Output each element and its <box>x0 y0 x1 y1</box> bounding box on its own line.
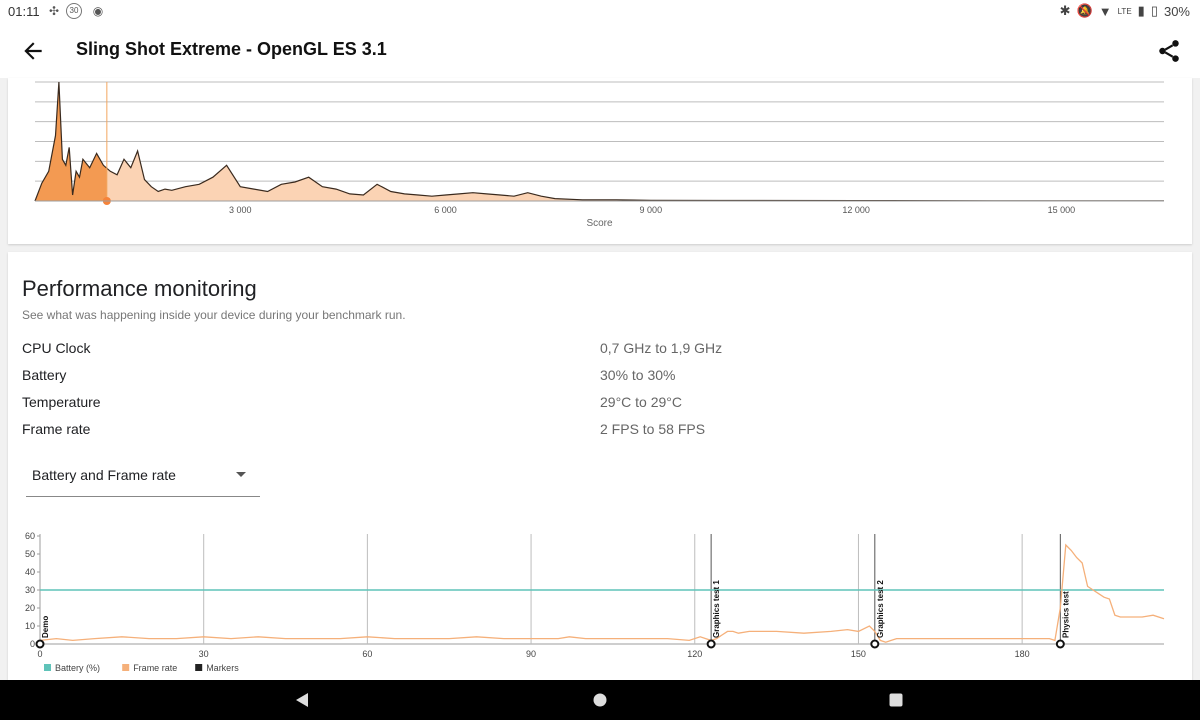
x-tick-label: 90 <box>526 649 536 659</box>
x-tick-label: 3 000 <box>229 205 252 215</box>
section-title: Performance monitoring <box>22 276 257 301</box>
wifi-icon: ▼ <box>1098 3 1112 19</box>
marker-label: Graphics test 2 <box>876 580 885 638</box>
status-bar: 01:11 ✣ 30 ◉ ✱ 🔕 ▼ LTE ▮ ▯ 30% <box>0 0 1200 24</box>
battery-icon: ▯ <box>1150 3 1158 18</box>
metric-label-temperature: Temperature <box>22 394 101 410</box>
score-distribution-chart: 3 000 6 000 9 000 12 000 15 000 Score <box>34 81 1165 229</box>
share-icon[interactable] <box>1156 38 1182 64</box>
metric-value-temperature: 29°C to 29°C <box>600 394 683 410</box>
legend-swatch <box>122 664 130 671</box>
metric-label-cpu-clock: CPU Clock <box>22 340 91 356</box>
metric-label-frame-rate: Frame rate <box>22 421 91 437</box>
metric-value-cpu-clock: 0,7 GHz to 1,9 GHz <box>600 340 723 356</box>
network-label: LTE <box>1117 6 1132 16</box>
marker-label: Graphics test 1 <box>712 580 721 638</box>
page-title: Sling Shot Extreme - OpenGL ES 3.1 <box>76 39 387 59</box>
marker-point <box>1055 639 1065 649</box>
y-tick-label: 50 <box>25 549 35 559</box>
marker-point <box>706 639 716 649</box>
section-subtitle: See what was happening inside your devic… <box>22 308 406 322</box>
marker-point <box>870 639 880 649</box>
navigation-bar <box>0 680 1200 720</box>
metric-label-battery: Battery <box>22 367 67 383</box>
battery-percent: 30% <box>1163 3 1190 19</box>
legend-swatch <box>195 664 203 671</box>
dropdown-value: Battery and Frame rate <box>32 467 176 483</box>
x-tick-label: 6 000 <box>434 205 457 215</box>
y-tick-label: 60 <box>25 531 35 541</box>
y-tick-label: 20 <box>25 603 35 613</box>
marker-label: Demo <box>41 616 50 638</box>
nav-back-icon[interactable] <box>294 692 310 708</box>
y-tick-label: 40 <box>25 567 35 577</box>
y-tick-label: 10 <box>25 621 35 631</box>
back-arrow-icon[interactable] <box>20 38 46 64</box>
target-icon: ◉ <box>92 4 104 18</box>
x-tick-label: 180 <box>1015 649 1030 659</box>
status-right: ✱ 🔕 ▼ LTE ▮ ▯ 30% <box>1060 3 1190 19</box>
y-tick-label: 0 <box>30 639 35 649</box>
fan-icon: ✣ <box>48 4 60 18</box>
frame-rate-line <box>39 543 1165 643</box>
legend-swatch <box>44 664 51 671</box>
badge-icon: 30 <box>66 3 82 19</box>
x-tick-label: 0 <box>37 649 42 659</box>
mute-icon: 🔕 <box>1076 3 1093 18</box>
marker-point <box>35 639 45 649</box>
performance-card: Performance monitoring See what was happ… <box>8 252 1192 682</box>
x-axis-label: Score <box>586 218 613 229</box>
x-tick-label: 12 000 <box>842 205 870 215</box>
nav-home-icon[interactable] <box>592 692 608 708</box>
y-tick-label: 30 <box>25 585 35 595</box>
app-bar: Sling Shot Extreme - OpenGL ES 3.1 <box>0 24 1200 78</box>
nav-recents-icon[interactable] <box>888 692 904 708</box>
legend-label: Markers <box>206 663 239 673</box>
dropdown-caret-icon <box>236 472 246 477</box>
legend-label: Battery (%) <box>55 663 100 673</box>
metric-value-battery: 30% to 30% <box>600 367 676 383</box>
clock: 01:11 <box>8 4 40 19</box>
x-tick-label: 30 <box>199 649 209 659</box>
x-tick-label: 60 <box>362 649 372 659</box>
signal-icon: ▮ <box>1137 3 1145 18</box>
bluetooth-icon: ✱ <box>1059 3 1071 18</box>
legend-label: Frame rate <box>133 663 177 673</box>
x-tick-label: 150 <box>851 649 866 659</box>
x-tick-label: 9 000 <box>640 205 663 215</box>
x-tick-label: 15 000 <box>1048 205 1076 215</box>
marker-label: Physics test <box>1061 591 1070 638</box>
metric-value-frame-rate: 2 FPS to 58 FPS <box>600 421 706 437</box>
chart-select-dropdown[interactable]: Battery and Frame rate <box>26 456 260 497</box>
performance-chart: 0 10 20 30 40 50 60 0 30 60 90 120 150 180 Demo Graphic… <box>25 531 1165 673</box>
x-tick-label: 120 <box>687 649 702 659</box>
score-distribution-card: 3 000 6 000 9 000 12 000 15 000 Score <box>8 78 1192 244</box>
